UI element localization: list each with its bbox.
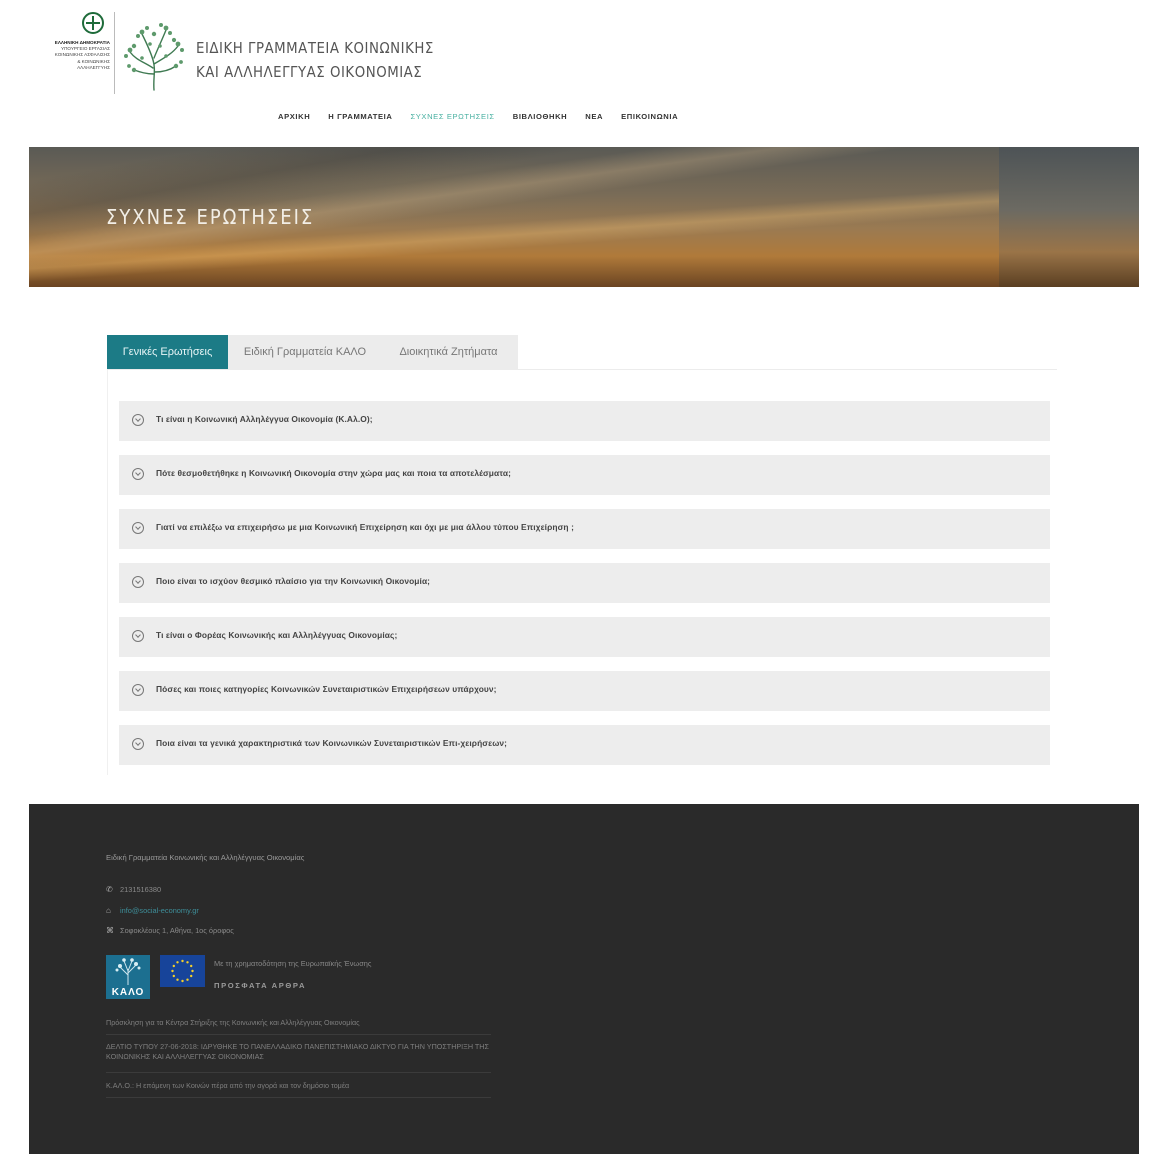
site-footer: Ειδική Γραμματεία Κοινωνικής και Αλληλέγ… (29, 804, 1139, 1154)
site-title-line: ΕΙΔΙΚΗ ΓΡΑΜΜΑΤΕΙΑ ΚΟΙΝΩΝΙΚΗΣ (196, 39, 434, 57)
chevron-down-circle-icon (132, 468, 144, 480)
nav-item-contact[interactable]: ΕΠΙΚΟΙΝΩΝΙΑ (621, 112, 678, 121)
nav-item-news[interactable]: ΝΕΑ (585, 112, 603, 121)
faq-item[interactable]: Ποια είναι τα γενικά χαρακτηριστικά των … (119, 725, 1050, 765)
phone-icon: ✆ (106, 885, 113, 894)
nav-item-faq[interactable]: ΣΥΧΝΕΣ ΕΡΩΤΗΣΕΙΣ (410, 112, 494, 121)
tab-general-questions[interactable]: Γενικές Ερωτήσεις (107, 335, 228, 370)
chevron-down-circle-icon (132, 414, 144, 426)
home-icon: ⌂ (106, 906, 111, 915)
nav-item-secretariat[interactable]: Η ΓΡΑΜΜΑΤΕΙΑ (328, 112, 392, 121)
chevron-down-circle-icon (132, 738, 144, 750)
kalo-tree-icon (115, 958, 141, 985)
footer-email: ⌂ info@social-economy.gr (106, 906, 199, 915)
banner-side-panel (999, 147, 1139, 287)
page-banner: ΣΥΧΝΕΣ ΕΡΩΤΗΣΕΙΣ (29, 147, 1139, 287)
page-title: ΣΥΧΝΕΣ ΕΡΩΤΗΣΕΙΣ (106, 205, 315, 229)
tree-logo-icon[interactable] (120, 20, 188, 92)
site-title[interactable]: ΕΙΔΙΚΗ ΓΡΑΜΜΑΤΕΙΑ ΚΟΙΝΩΝΙΚΗΣ ΚΑΙ ΑΛΛΗΛΕΓ… (196, 36, 434, 84)
faq-item[interactable]: Πότε θεσμοθετήθηκε η Κοινωνική Οικονομία… (119, 455, 1050, 495)
footer-address-text: Σοφοκλέους 1, Αθήνα, 1ος όροφος (120, 926, 234, 935)
nav-item-library[interactable]: ΒΙΒΛΙΟΘΗΚΗ (513, 112, 568, 121)
tab-kalo-secretariat[interactable]: Ειδική Γραμματεία ΚΑΛΟ (233, 335, 377, 370)
faq-question: Ποιο είναι το ισχύον θεσμικό πλαίσιο για… (156, 576, 431, 586)
footer-email-link[interactable]: info@social-economy.gr (120, 906, 199, 915)
kalo-logo[interactable]: ΚΑΛΟ (106, 955, 150, 999)
main-nav: ΑΡΧΙΚΗ Η ΓΡΑΜΜΑΤΕΙΑ ΣΥΧΝΕΣ ΕΡΩΤΗΣΕΙΣ ΒΙΒ… (278, 112, 696, 126)
footer-phone: ✆ 2131516380 (106, 885, 161, 894)
faq-item[interactable]: Γιατί να επιλέξω να επιχειρήσω με μια Κο… (119, 509, 1050, 549)
footer-org-name: Ειδική Γραμματεία Κοινωνικής και Αλληλέγ… (106, 853, 305, 862)
faq-question: Πόσες και ποιες κατηγορίες Κοινωνικών Συ… (156, 684, 497, 694)
kalo-label: ΚΑΛΟ (111, 987, 145, 998)
footer-address: ⌘ Σοφοκλέους 1, Αθήνα, 1ος όροφος (106, 926, 234, 935)
chevron-down-circle-icon (132, 684, 144, 696)
chevron-down-circle-icon (132, 522, 144, 534)
tab-administrative-issues[interactable]: Διοικητικά Ζητήματα (387, 335, 510, 370)
faq-item[interactable]: Πόσες και ποιες κατηγορίες Κοινωνικών Συ… (119, 671, 1050, 711)
footer-divider (106, 1072, 491, 1073)
recent-articles-heading: ΠΡΟΣΦΑΤΑ ΑΡΘΡΑ (214, 981, 307, 990)
chevron-down-circle-icon (132, 576, 144, 588)
eu-support-text: Με τη χρηματοδότηση της Ευρωπαϊκής Ένωση… (214, 959, 372, 968)
ministry-text: ΕΛΛΗΝΙΚΗ ΔΗΜΟΚΡΑΤΙΑ ΥΠΟΥΡΓΕΙΟ ΕΡΓΑΣΙΑΣ Κ… (30, 40, 110, 71)
faq-question: Γιατί να επιλέξω να επιχειρήσω με μια Κο… (156, 522, 574, 532)
footer-divider (106, 1097, 491, 1098)
faq-question: Τι είναι η Κοινωνική Αλληλέγγυα Οικονομί… (156, 414, 373, 424)
footer-divider (106, 1034, 491, 1035)
recent-article-link[interactable]: Κ.ΑΛ.Ο.: Η επόμενη των Κοινών πέρα από τ… (106, 1081, 506, 1091)
tabs-divider (107, 369, 1057, 370)
recent-article-link[interactable]: Πρόσκληση για τα Κέντρα Στήριξης της Κοι… (106, 1018, 506, 1028)
site-header: ΕΛΛΗΝΙΚΗ ΔΗΜΟΚΡΑΤΙΑ ΥΠΟΥΡΓΕΙΟ ΕΡΓΑΣΙΑΣ Κ… (0, 0, 1158, 148)
chevron-down-circle-icon (132, 630, 144, 642)
faq-item[interactable]: Τι είναι η Κοινωνική Αλληλέγγυα Οικονομί… (119, 401, 1050, 441)
faq-item[interactable]: Τι είναι ο Φορέας Κοινωνικής και Αλληλέγ… (119, 617, 1050, 657)
greek-emblem-icon (82, 12, 104, 34)
ministry-logo[interactable]: ΕΛΛΗΝΙΚΗ ΔΗΜΟΚΡΑΤΙΑ ΥΠΟΥΡΓΕΙΟ ΕΡΓΑΣΙΑΣ Κ… (30, 12, 115, 94)
faq-question: Πότε θεσμοθετήθηκε η Κοινωνική Οικονομία… (156, 468, 511, 478)
faq-question: Ποια είναι τα γενικά χαρακτηριστικά των … (156, 738, 508, 748)
eu-flag-icon (160, 955, 205, 987)
recent-article-link[interactable]: ΔΕΛΤΙΟ ΤΥΠΟΥ 27-06-2018: ΙΔΡΥΘΗΚΕ ΤΟ ΠΑΝ… (106, 1042, 496, 1062)
faq-item[interactable]: Ποιο είναι το ισχύον θεσμικό πλαίσιο για… (119, 563, 1050, 603)
nav-item-home[interactable]: ΑΡΧΙΚΗ (278, 112, 310, 121)
site-title-line: ΚΑΙ ΑΛΛΗΛΕΓΓΥΑΣ ΟΙΚΟΝΟΜΙΑΣ (196, 63, 423, 81)
footer-phone-text: 2131516380 (120, 885, 162, 894)
faq-question: Τι είναι ο Φορέας Κοινωνικής και Αλληλέγ… (156, 630, 398, 640)
building-icon: ⌘ (106, 926, 114, 935)
faq-tabs: Γενικές Ερωτήσεις Ειδική Γραμματεία ΚΑΛΟ… (107, 335, 518, 370)
ministry-line: ΑΛΛΗΛΕΓΓΥΗΣ (77, 64, 110, 70)
